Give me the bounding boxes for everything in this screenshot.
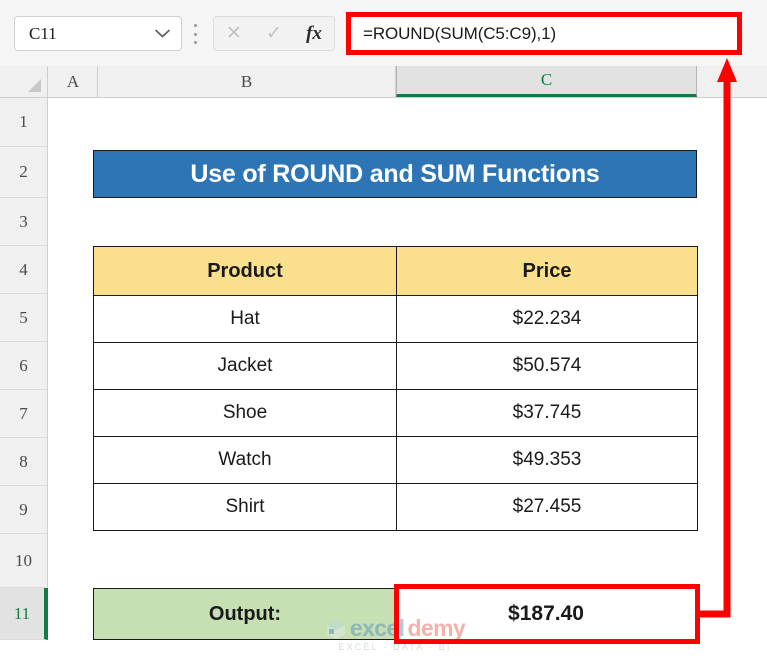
dot — [193, 32, 197, 36]
name-box-value: C11 — [29, 23, 57, 43]
output-value-cell[interactable]: $187.40 — [396, 589, 696, 639]
cell-price[interactable]: $22.234 — [396, 295, 698, 343]
table-row[interactable]: Hat $22.234 — [93, 295, 698, 343]
cell-price[interactable]: $27.455 — [396, 483, 698, 531]
table-header-row: Product Price — [93, 246, 698, 296]
row-header-3[interactable]: 3 — [0, 198, 48, 246]
row-header-8[interactable]: 8 — [0, 438, 48, 486]
cell-price[interactable]: $50.574 — [396, 342, 698, 390]
column-header-b[interactable]: B — [98, 66, 396, 97]
name-box[interactable]: C11 — [14, 16, 182, 51]
cell-product[interactable]: Watch — [93, 436, 397, 484]
column-header-price: Price — [396, 246, 698, 296]
column-header-row: A B C — [0, 66, 767, 98]
row-header-9[interactable]: 9 — [0, 486, 48, 534]
formula-action-group: ✕ ✓ fx — [213, 16, 335, 51]
table-row[interactable]: Jacket $50.574 — [93, 342, 698, 390]
check-icon[interactable]: ✓ — [257, 24, 291, 43]
chevron-down-icon[interactable] — [149, 29, 181, 38]
formula-input-value: =ROUND(SUM(C5:C9),1) — [363, 23, 557, 43]
cell-price[interactable]: $49.353 — [396, 436, 698, 484]
table-row[interactable]: Watch $49.353 — [93, 436, 698, 484]
column-header-product: Product — [93, 246, 397, 296]
select-all-icon — [28, 79, 41, 92]
more-options-icon[interactable] — [193, 24, 197, 44]
output-row: Output: $187.40 — [93, 588, 697, 640]
output-label: Output: — [94, 589, 396, 639]
row-header-2[interactable]: 2 — [0, 147, 48, 198]
cell-product[interactable]: Jacket — [93, 342, 397, 390]
table-row[interactable]: Shoe $37.745 — [93, 389, 698, 437]
formula-input[interactable]: =ROUND(SUM(C5:C9),1) — [346, 12, 742, 55]
row-header-5[interactable]: 5 — [0, 294, 48, 342]
sheet-title-banner: Use of ROUND and SUM Functions — [93, 150, 697, 198]
dot — [193, 24, 197, 27]
row-header-10[interactable]: 10 — [0, 534, 48, 588]
dot — [193, 41, 197, 44]
data-table: Product Price Hat $22.234 Jacket $50.574… — [93, 246, 698, 531]
column-header-c[interactable]: C — [396, 66, 697, 97]
cell-product[interactable]: Shirt — [93, 483, 397, 531]
cell-product[interactable]: Hat — [93, 295, 397, 343]
fx-icon[interactable]: fx — [297, 24, 331, 43]
close-icon[interactable]: ✕ — [217, 24, 251, 43]
row-header-6[interactable]: 6 — [0, 342, 48, 390]
row-header-7[interactable]: 7 — [0, 390, 48, 438]
row-header-1[interactable]: 1 — [0, 98, 48, 147]
cell-price[interactable]: $37.745 — [396, 389, 698, 437]
formula-bar-strip: C11 ✕ ✓ fx =ROUND(SUM(C5:C9),1) — [0, 0, 767, 66]
row-header-11[interactable]: 11 — [0, 588, 48, 640]
select-all-button[interactable] — [0, 66, 48, 97]
cell-product[interactable]: Shoe — [93, 389, 397, 437]
row-header-4[interactable]: 4 — [0, 246, 48, 294]
table-row[interactable]: Shirt $27.455 — [93, 483, 698, 531]
column-header-a[interactable]: A — [49, 66, 98, 97]
